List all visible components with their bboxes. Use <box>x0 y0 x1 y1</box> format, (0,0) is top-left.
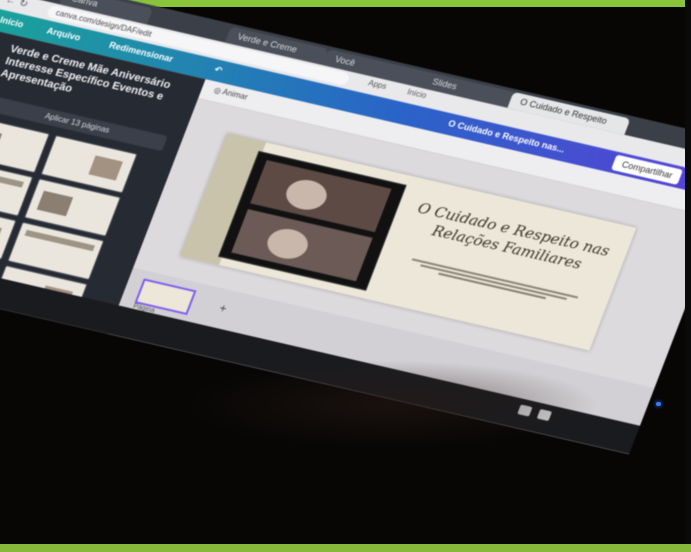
back-arrow-icon[interactable]: ← <box>4 0 18 7</box>
frame-right-border <box>685 0 691 552</box>
animate-label: Animar <box>221 87 249 102</box>
undo-icon[interactable]: ↶ <box>213 64 224 76</box>
file-menu[interactable]: Arquivo <box>45 26 82 43</box>
reload-icon[interactable]: ↻ <box>17 0 29 10</box>
bookmark-inicio[interactable]: Início <box>406 87 428 100</box>
tab-label: Slides <box>430 76 459 92</box>
bookmark-apps[interactable]: Apps <box>367 78 388 91</box>
frame-bottom-border <box>0 544 691 552</box>
add-page-icon[interactable]: + <box>217 301 229 316</box>
desk-reflection <box>180 360 600 450</box>
home-button[interactable]: Início <box>0 15 25 30</box>
power-led-icon <box>656 402 661 406</box>
tab-label: Você <box>333 54 357 69</box>
animate-button[interactable]: ◎ Animar <box>213 86 249 102</box>
